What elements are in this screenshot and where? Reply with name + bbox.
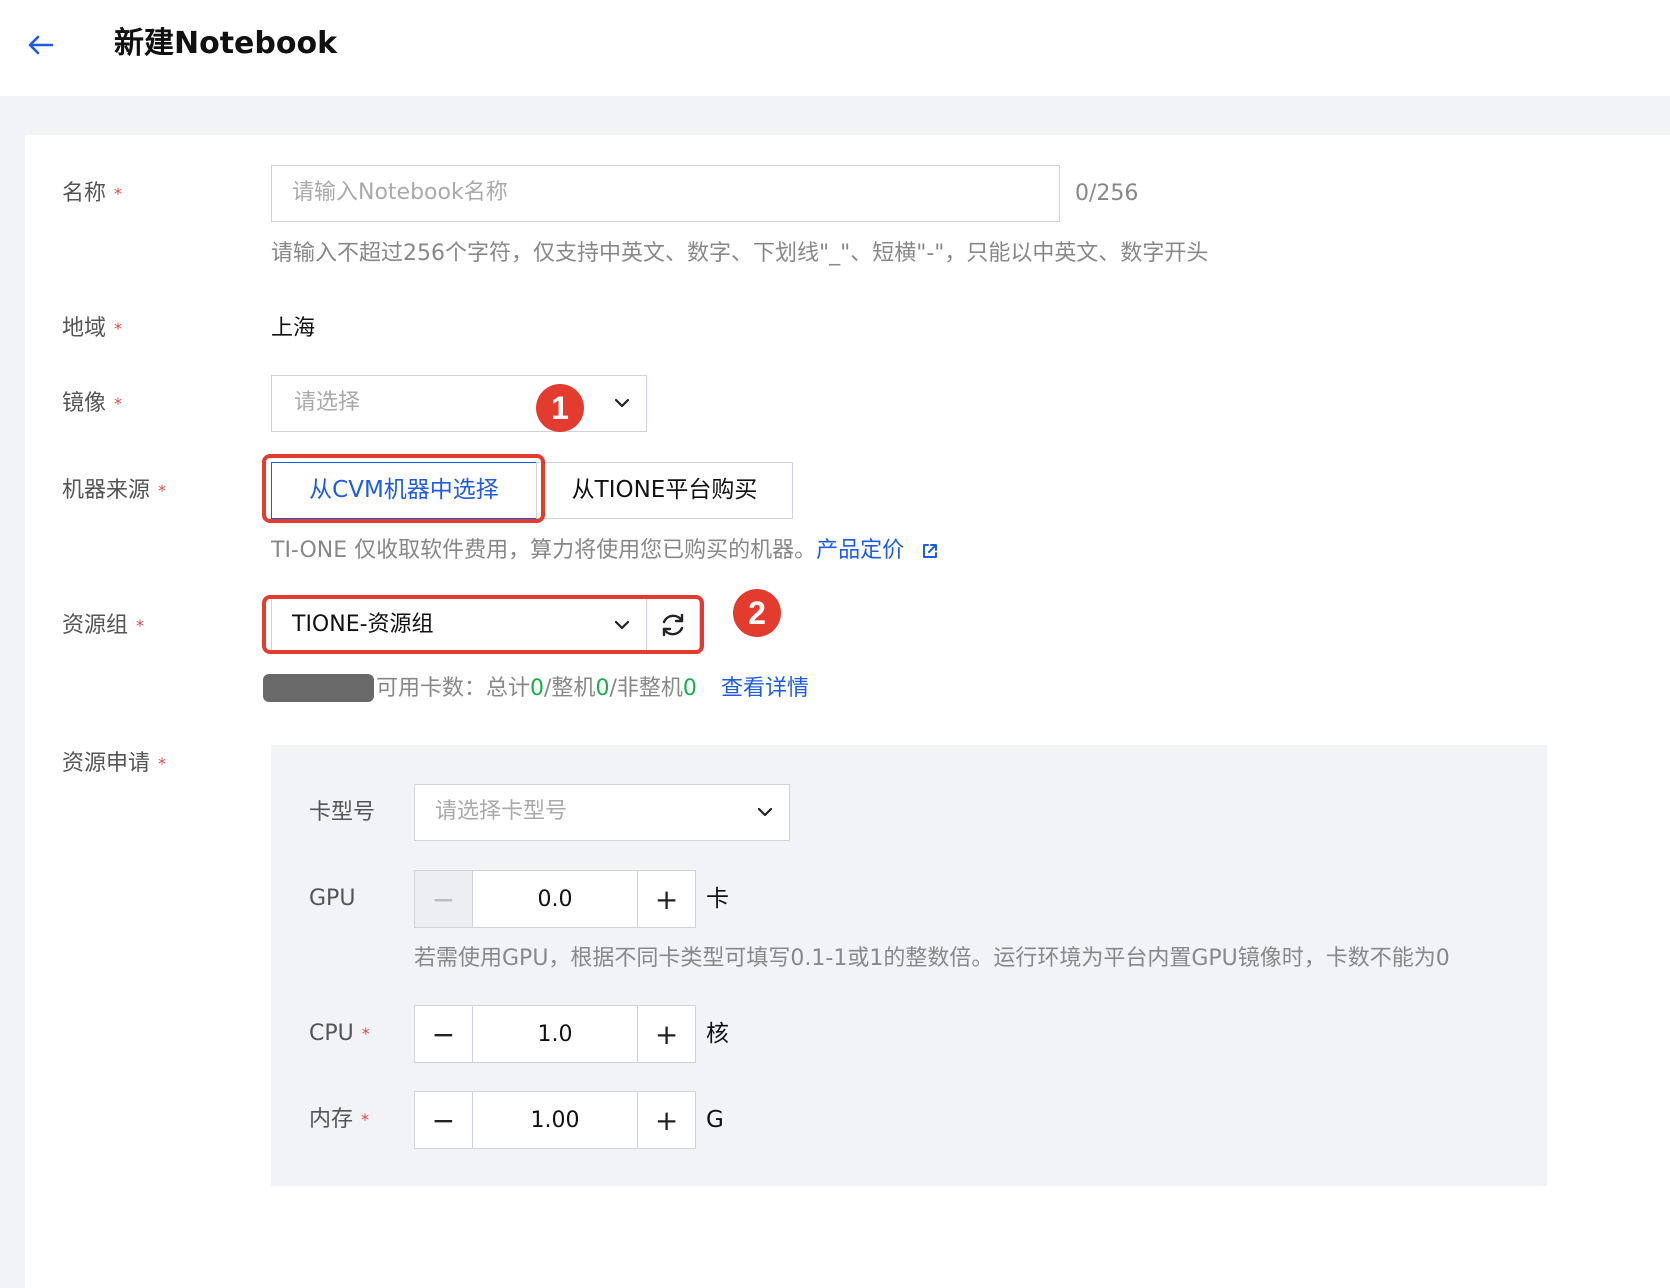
gpu-stepper: − 0.0 + (414, 870, 696, 928)
view-details-link[interactable]: 查看详情 (721, 674, 809, 704)
pricing-link[interactable]: 产品定价 (816, 538, 904, 563)
card-type-label: 卡型号 (309, 800, 376, 825)
region-label: 地域 * (62, 316, 123, 341)
top-bar: 新建Notebook (0, 0, 1670, 96)
gpu-hint: 若需使用GPU，根据不同卡类型可填写0.1-1或1的整数倍。运行环境为平台内置G… (414, 946, 1450, 971)
image-select-placeholder: 请选择 (294, 390, 361, 415)
page-title: 新建Notebook (114, 26, 338, 61)
name-input-placeholder: 请输入Notebook名称 (292, 180, 508, 205)
cpu-stepper: − 1.0 + (414, 1005, 696, 1063)
card-type-select[interactable]: 请选择卡型号 (414, 784, 790, 841)
memory-increment-button[interactable]: + (638, 1092, 695, 1148)
cpu-increment-button[interactable]: + (638, 1006, 695, 1062)
memory-label: 内存 * (309, 1107, 370, 1132)
region-value: 上海 (271, 316, 316, 341)
gpu-increment-button[interactable]: + (638, 871, 695, 927)
image-label: 镜像 * (62, 391, 123, 416)
resource-request-label: 资源申请 * (62, 751, 167, 776)
chevron-down-icon (614, 398, 630, 408)
gpu-value-input[interactable]: 0.0 (471, 871, 639, 927)
available-cards-info: 可用卡数：总计0/整机0/非整机0 (376, 676, 697, 701)
image-select[interactable]: 请选择 (271, 375, 647, 432)
memory-decrement-button[interactable]: − (415, 1092, 472, 1148)
chevron-down-icon (757, 807, 773, 817)
redacted-block (263, 674, 374, 702)
name-label: 名称 * (62, 181, 123, 206)
arrow-left-icon[interactable] (24, 28, 58, 62)
gpu-unit: 卡 (706, 886, 729, 912)
annotation-highlight-box (262, 454, 545, 523)
memory-stepper: − 1.00 + (414, 1091, 696, 1149)
card-type-placeholder: 请选择卡型号 (435, 799, 568, 824)
name-hint: 请输入不超过256个字符，仅支持中英文、数字、下划线"_"、短横"-"，只能以中… (271, 241, 1209, 266)
gpu-label: GPU (309, 886, 356, 911)
resource-group-label: 资源组 * (62, 613, 145, 638)
annotation-badge-1: 1 (536, 384, 584, 432)
memory-value-input[interactable]: 1.00 (471, 1092, 639, 1148)
machine-source-label: 机器来源 * (62, 478, 167, 503)
required-mark: * (114, 184, 123, 203)
memory-unit: G (706, 1107, 724, 1133)
annotation-badge-2: 2 (733, 589, 781, 637)
name-char-counter: 0/256 (1075, 181, 1139, 206)
cpu-value-input[interactable]: 1.0 (471, 1006, 639, 1062)
external-link-icon[interactable] (921, 542, 939, 560)
machine-source-option-tione[interactable]: 从TIONE平台购买 (536, 462, 793, 519)
cpu-label: CPU * (309, 1021, 370, 1046)
cpu-decrement-button[interactable]: − (415, 1006, 472, 1062)
cpu-unit: 核 (706, 1021, 729, 1047)
gpu-decrement-button[interactable]: − (415, 871, 472, 927)
annotation-highlight-box (262, 595, 704, 654)
machine-source-hint: TI-ONE 仅收取软件费用，算力将使用您已购买的机器。产品定价 (271, 536, 939, 566)
name-input[interactable]: 请输入Notebook名称 (271, 165, 1060, 222)
